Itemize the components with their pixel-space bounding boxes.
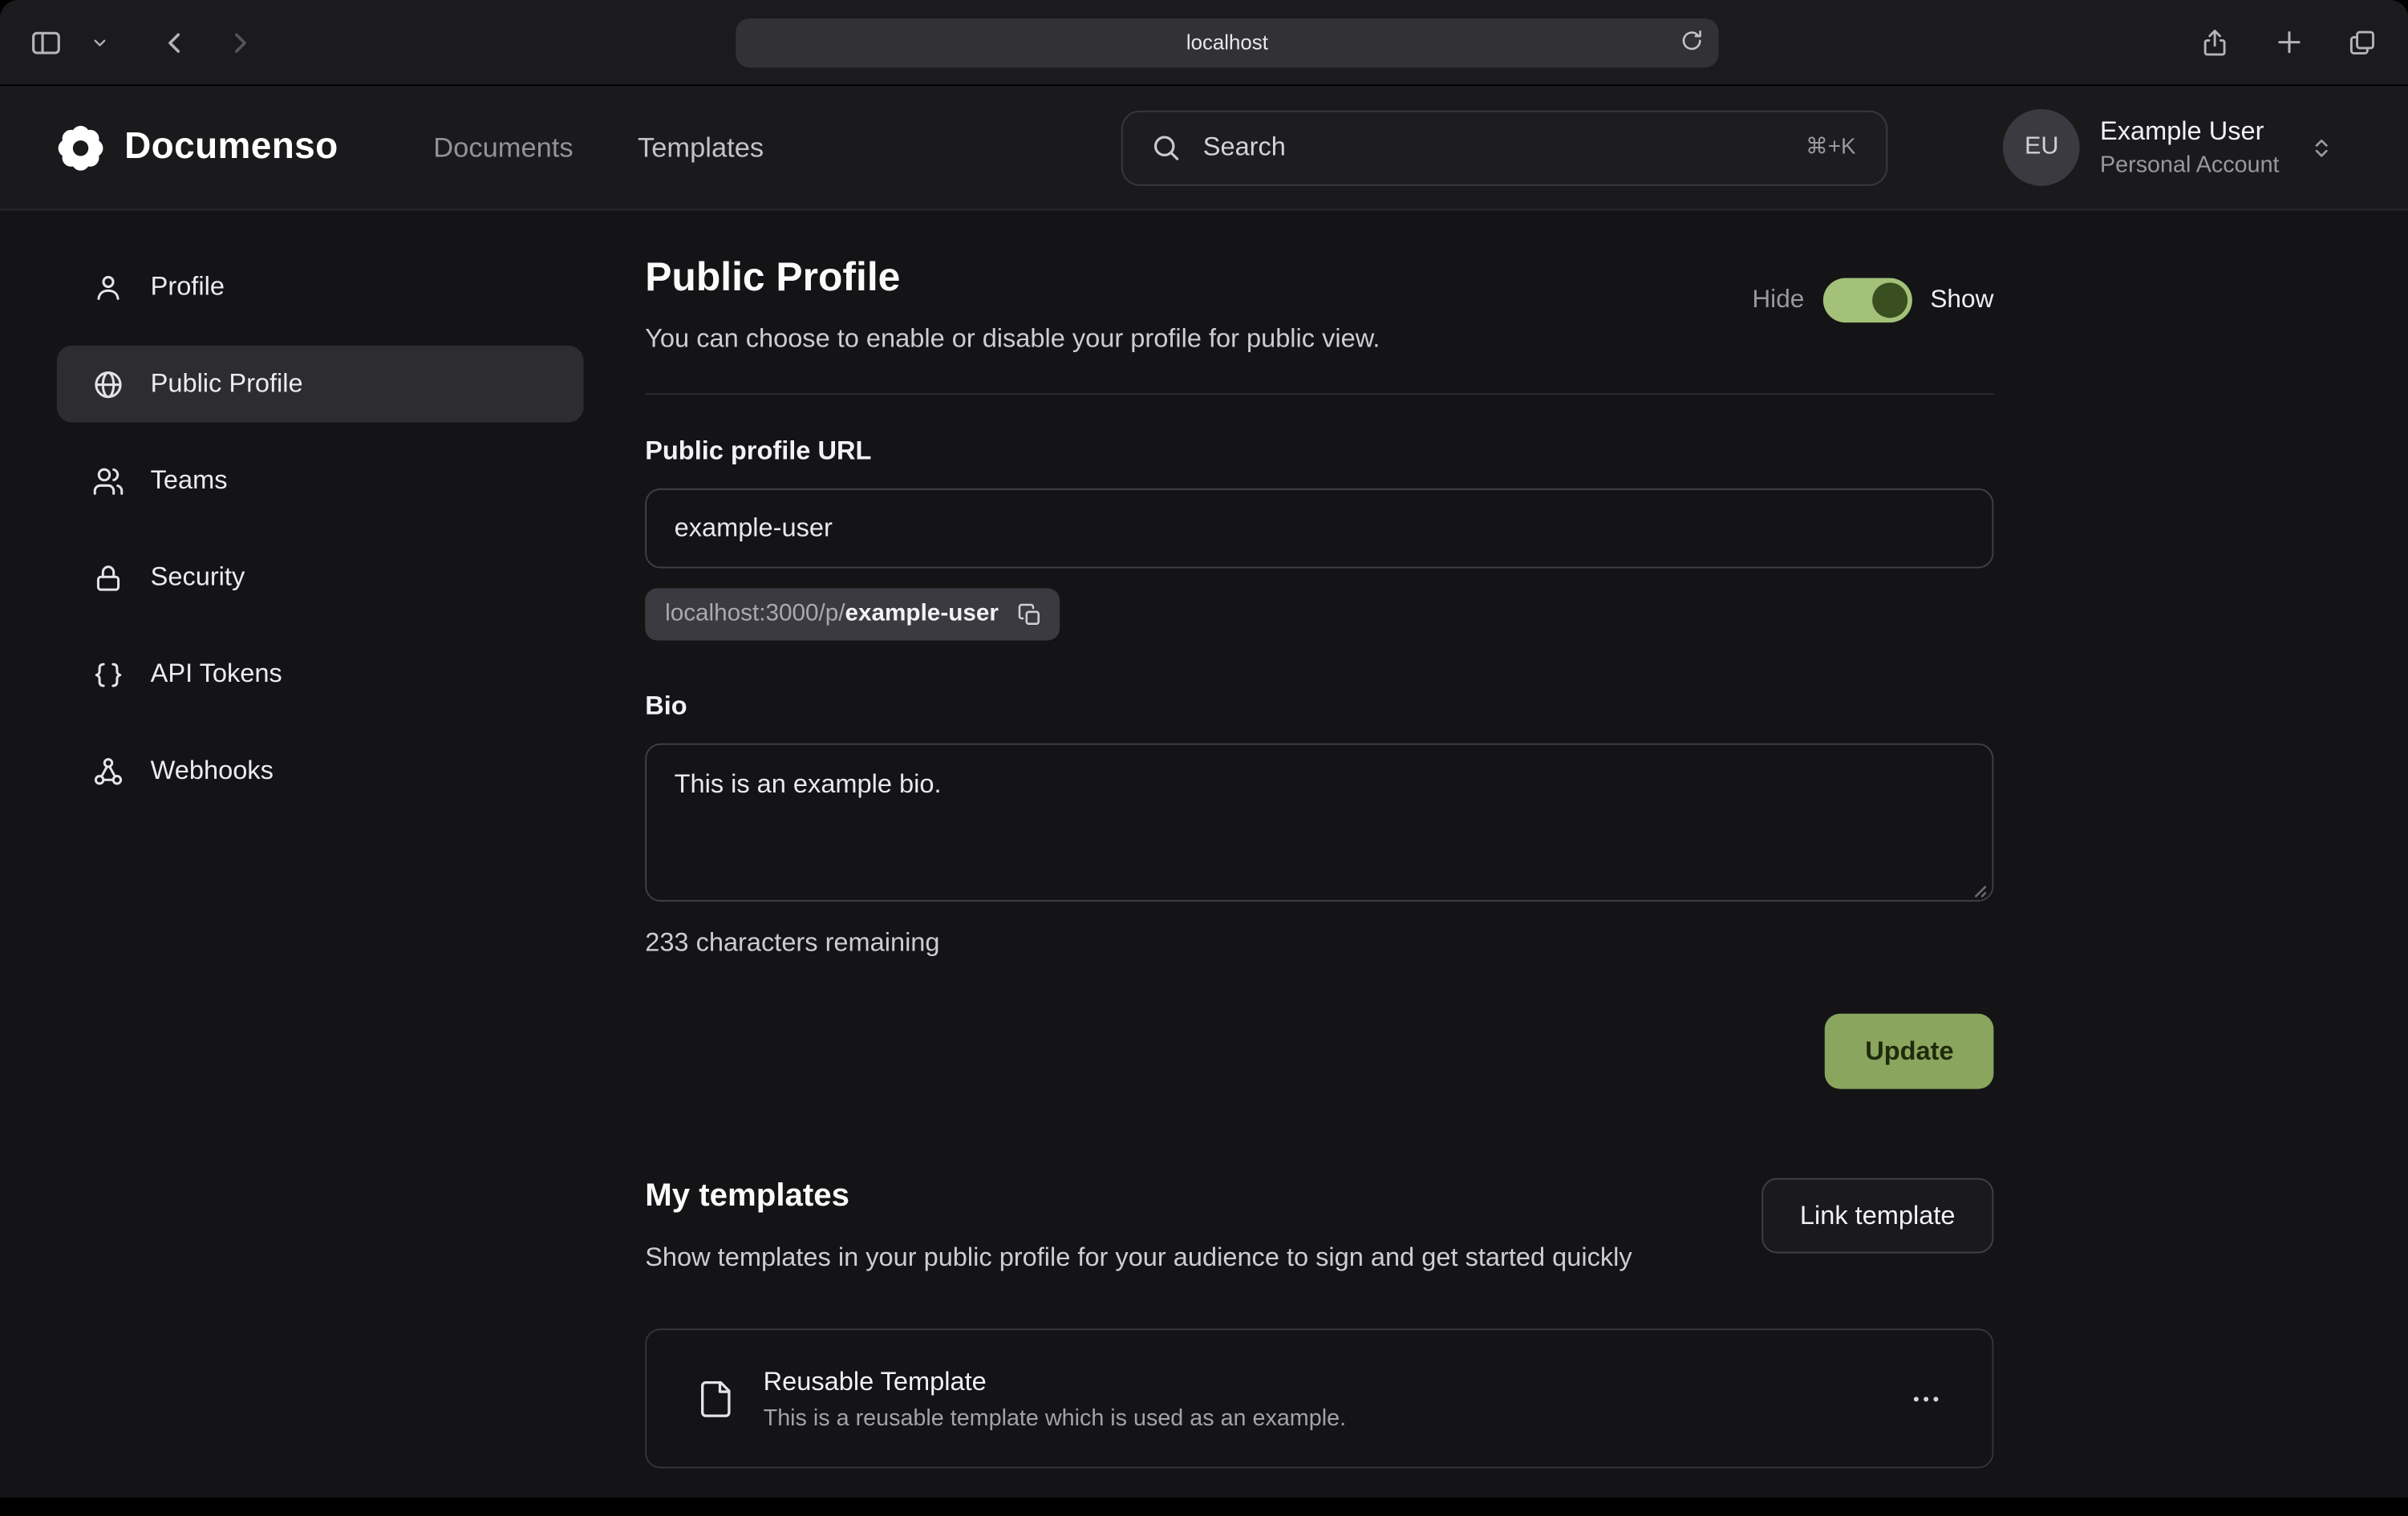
nav-documents[interactable]: Documents (433, 132, 573, 164)
browser-reload-icon[interactable] (1679, 27, 1705, 54)
browser-back-icon[interactable] (153, 21, 197, 64)
sidebar-item-label: Security (151, 562, 245, 593)
page-title: Public Profile (645, 253, 1380, 301)
search-shortcut: ⌘+K (1806, 136, 1856, 160)
window-bottom-edge (0, 1498, 2408, 1516)
main-nav: Documents Templates (433, 132, 764, 164)
bio-textarea[interactable]: This is an example bio. (645, 744, 1993, 902)
browser-url-text: localhost (1186, 30, 1268, 54)
my-templates-title: My templates (645, 1178, 1632, 1215)
bio-label: Bio (645, 691, 1993, 722)
users-icon (92, 464, 124, 497)
avatar: EU (2003, 109, 2080, 186)
search-box[interactable]: ⌘+K (1121, 110, 1887, 185)
sidebar-item-label: Public Profile (151, 369, 303, 399)
browser-share-icon[interactable] (2193, 21, 2236, 64)
nav-templates[interactable]: Templates (638, 132, 764, 164)
webhook-icon (92, 755, 124, 787)
account-type: Personal Account (2100, 152, 2280, 179)
template-title: Reusable Template (764, 1367, 1346, 1397)
documenso-logo-icon (57, 124, 104, 171)
browser-sidebar-chevron-icon[interactable] (89, 21, 111, 64)
browser-chrome: localhost (0, 0, 2408, 86)
sidebar-item-webhooks[interactable]: Webhooks (57, 732, 584, 809)
divider (645, 393, 1993, 395)
public-profile-url-label: Public profile URL (645, 436, 1993, 467)
my-templates-description: Show templates in your public profile fo… (645, 1238, 1632, 1278)
account-name: Example User (2100, 117, 2280, 148)
browser-window: localhost (0, 0, 2408, 1516)
resize-handle-icon[interactable] (1969, 880, 1988, 898)
settings-sidebar: Profile Public Profile Teams Security (0, 210, 645, 1498)
template-menu-button[interactable] (1909, 1382, 1943, 1416)
link-user: example-user (845, 601, 999, 627)
sidebar-item-label: Teams (151, 465, 228, 496)
brand[interactable]: Documenso (57, 124, 338, 171)
sidebar-item-api-tokens[interactable]: API Tokens (57, 636, 584, 713)
profile-visibility-toggle[interactable] (1822, 278, 1911, 323)
sidebar-item-public-profile[interactable]: Public Profile (57, 346, 584, 423)
sidebar-item-label: API Tokens (151, 659, 282, 689)
profile-visibility-toggle-row: Hide Show (1752, 278, 1993, 323)
toggle-hide-label: Hide (1752, 286, 1804, 314)
search-icon (1151, 132, 1182, 163)
public-profile-url-input[interactable] (645, 488, 1993, 569)
content: Profile Public Profile Teams Security (0, 210, 2408, 1498)
chevrons-up-down-icon (2309, 135, 2335, 161)
lock-icon (92, 561, 124, 594)
characters-remaining: 233 characters remaining (645, 928, 1993, 959)
link-template-button[interactable]: Link template (1761, 1178, 1993, 1254)
template-card: Reusable Template This is a reusable tem… (645, 1329, 1993, 1469)
update-button[interactable]: Update (1825, 1014, 1993, 1089)
toggle-knob (1872, 282, 1907, 318)
globe-icon (92, 368, 124, 400)
account-menu[interactable]: EU Example User Personal Account (2003, 109, 2334, 186)
user-icon (92, 271, 124, 303)
search-input[interactable] (1200, 131, 1787, 164)
sidebar-item-profile[interactable]: Profile (57, 249, 584, 326)
sidebar-item-teams[interactable]: Teams (57, 442, 584, 519)
toggle-show-label: Show (1930, 286, 1993, 314)
braces-icon (92, 658, 124, 690)
browser-sidebar-toggle-icon[interactable] (25, 21, 68, 64)
copy-icon[interactable] (1017, 602, 1044, 628)
browser-address-bar[interactable]: localhost (736, 18, 1718, 67)
sidebar-item-security[interactable]: Security (57, 539, 584, 616)
app-header: Documenso Documents Templates ⌘+K EU Exa… (0, 86, 2408, 210)
browser-forward-icon (218, 21, 261, 64)
sidebar-item-label: Webhooks (151, 756, 274, 786)
link-prefix: localhost:3000/p/ (665, 601, 845, 627)
browser-tab-overview-icon[interactable] (2341, 21, 2384, 64)
browser-new-tab-icon[interactable] (2267, 21, 2310, 64)
main-panel: Public Profile You can choose to enable … (645, 210, 2408, 1498)
sidebar-item-label: Profile (151, 272, 225, 302)
template-description: This is a reusable template which is use… (764, 1405, 1346, 1432)
public-profile-link-badge: localhost:3000/p/example-user (645, 588, 1060, 640)
brand-name: Documenso (124, 126, 338, 169)
file-icon (695, 1379, 736, 1419)
page-subtitle: You can choose to enable or disable your… (645, 324, 1380, 355)
